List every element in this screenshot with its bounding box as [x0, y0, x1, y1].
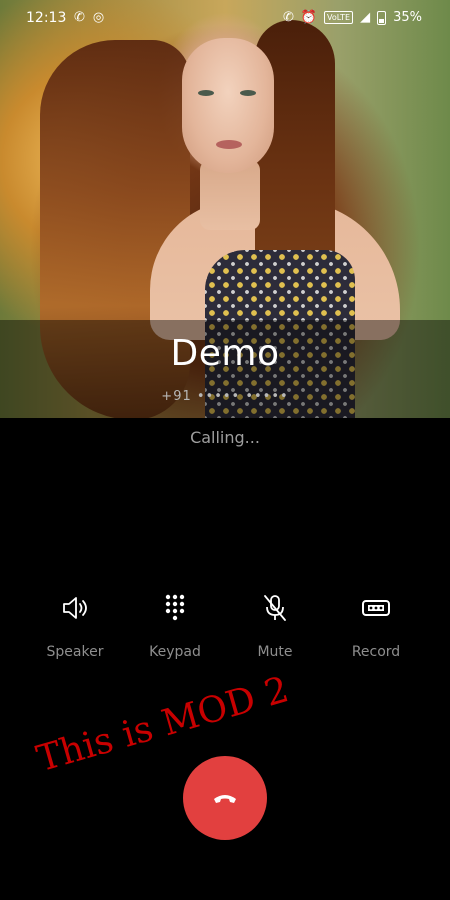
hang-up-icon [214, 795, 236, 803]
speaker-button[interactable]: Speaker [27, 592, 123, 660]
record-button[interactable]: Record [328, 592, 424, 660]
status-left-icons: ✆ ◎ [74, 10, 104, 25]
speaker-icon [63, 597, 87, 619]
photo-lips [216, 140, 242, 149]
status-time: 12:13 [26, 10, 67, 26]
record-icon [362, 600, 390, 616]
keypad-label: Keypad [149, 644, 201, 660]
signal-icon: ◢ [360, 10, 371, 25]
caller-name: Demo [170, 333, 280, 374]
speaker-label: Speaker [46, 644, 104, 660]
status-bar: 12:13 ✆ ◎ ✆ ⏰ VoLTE ◢ 35% [0, 0, 450, 36]
mute-button[interactable]: Mute [227, 592, 323, 660]
caller-number: +91 ••••• ••••• [161, 389, 289, 404]
phone-call-icon: ✆ [74, 10, 85, 25]
volte-badge: VoLTE [324, 11, 354, 24]
hd-call-icon: ✆ [282, 10, 294, 25]
call-status: Calling... [190, 428, 260, 447]
record-label: Record [351, 644, 401, 660]
photo-eye-left [198, 90, 214, 96]
photo-eye-right [240, 90, 256, 96]
notification-icon: ◎ [92, 10, 105, 25]
status-right-icons: ✆ ⏰ VoLTE ◢ 35% [283, 10, 422, 25]
photo-face [182, 38, 274, 173]
keypad-button[interactable]: Keypad [127, 592, 223, 660]
alarm-icon: ⏰ [300, 10, 318, 25]
end-call-button[interactable] [183, 756, 267, 840]
battery-icon [377, 10, 387, 25]
keypad-icon [165, 594, 185, 621]
mute-label: Mute [257, 644, 293, 660]
mute-icon [264, 595, 286, 621]
battery-percent: 35% [393, 10, 422, 25]
call-controls: Speaker Keypad Mute Record [0, 592, 450, 672]
